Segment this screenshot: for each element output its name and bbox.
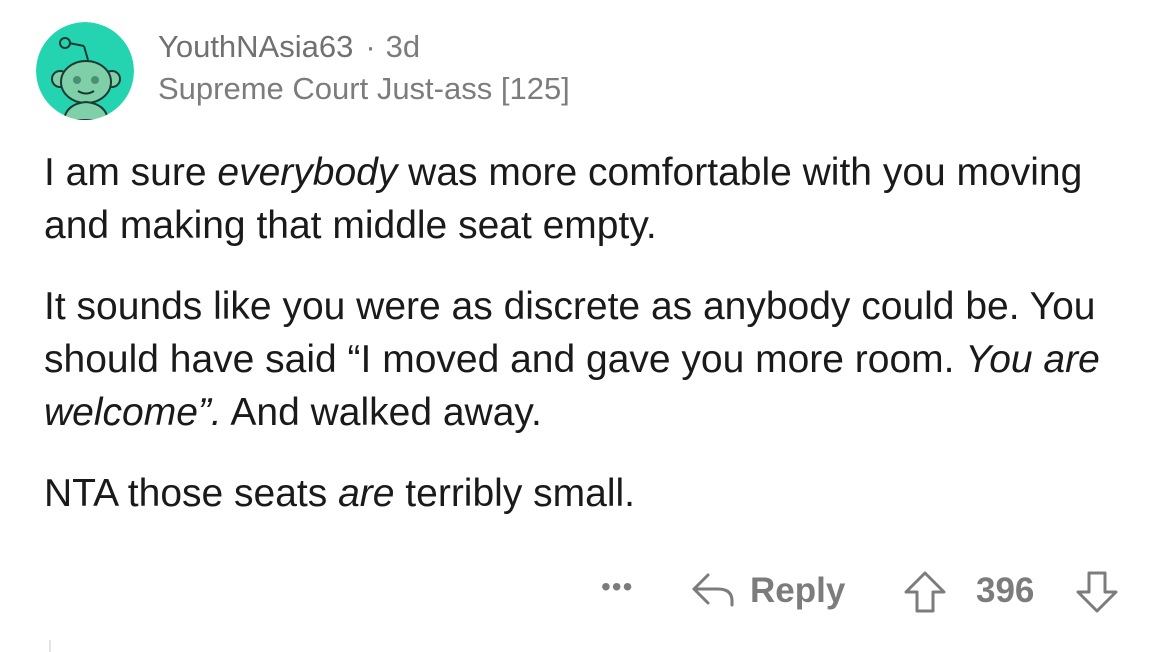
paragraph-text: I am sure	[44, 151, 218, 194]
paragraph-text: It sounds like you were as discrete as a…	[44, 285, 1096, 381]
comment-paragraph: NTA those seats are terribly small.	[44, 467, 1134, 520]
more-options-button[interactable]: •••	[601, 572, 633, 602]
user-flair: Supreme Court Just-ass [125]	[158, 71, 570, 106]
comment-age: 3d	[385, 29, 421, 64]
username-link[interactable]: YouthNAsia63	[158, 29, 353, 64]
reply-label: Reply	[750, 571, 846, 610]
comment-body: I am sure everybody was more comfortable…	[44, 146, 1134, 548]
comment: YouthNAsia63 · 3d Supreme Court Just-ass […	[0, 0, 1170, 652]
comment-meta: YouthNAsia63 · 3d Supreme Court Just-ass […	[158, 28, 570, 108]
reply-button[interactable]: Reply	[690, 566, 845, 616]
paragraph-text: And walked away.	[221, 391, 542, 434]
reddit-snoo-avatar-icon[interactable]	[36, 22, 134, 120]
emphasis-text: everybody	[217, 151, 398, 194]
reply-arrow-icon	[690, 569, 736, 614]
comment-paragraph: It sounds like you were as discrete as a…	[44, 280, 1134, 439]
upvote-arrow-icon[interactable]	[902, 570, 948, 619]
separator-dot: ·	[365, 29, 376, 64]
comment-actions: ••• Reply 396	[0, 566, 1170, 616]
thread-line[interactable]	[49, 640, 51, 652]
comment-header: YouthNAsia63 · 3d	[158, 28, 570, 66]
paragraph-text: terribly small.	[394, 472, 636, 515]
vote-score: 396	[976, 571, 1035, 610]
comment-paragraph: I am sure everybody was more comfortable…	[44, 146, 1134, 252]
paragraph-text: NTA those seats	[44, 472, 339, 515]
downvote-arrow-icon[interactable]	[1074, 570, 1120, 619]
emphasis-text: are	[338, 472, 395, 515]
